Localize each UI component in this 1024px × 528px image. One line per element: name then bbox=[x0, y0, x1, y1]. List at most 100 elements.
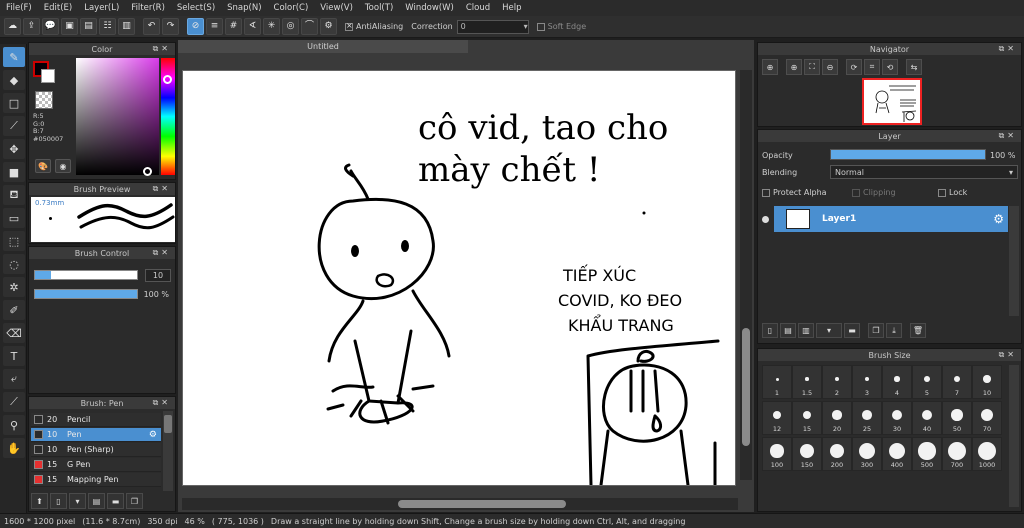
reset-view-icon[interactable]: ⌗ bbox=[864, 59, 880, 75]
brush-opacity-slider[interactable] bbox=[34, 289, 138, 299]
page-icon[interactable]: ▥ bbox=[118, 18, 135, 35]
panel-controls-icon[interactable]: ⧉✕ bbox=[999, 44, 1017, 54]
flip-icon[interactable]: ⇆ bbox=[906, 59, 922, 75]
brush-list-scroll-thumb[interactable] bbox=[164, 415, 172, 433]
menu-cloud[interactable]: Cloud bbox=[460, 3, 496, 13]
layer-menu-icon[interactable]: ▾ bbox=[816, 323, 842, 338]
brush-size-option[interactable]: 20 bbox=[822, 401, 852, 435]
material-icon[interactable]: ▣ bbox=[61, 18, 78, 35]
brush-size-option[interactable]: 70 bbox=[972, 401, 1002, 435]
panel-controls-icon[interactable]: ⧉✕ bbox=[153, 44, 171, 54]
redo-icon[interactable]: ↷ bbox=[162, 18, 179, 35]
lasso-tool-icon[interactable]: ◌ bbox=[3, 254, 25, 274]
menu-tool[interactable]: Tool(T) bbox=[359, 3, 399, 13]
brush-size-option[interactable]: 150 bbox=[792, 437, 822, 471]
move-tool-icon[interactable]: ✥ bbox=[3, 139, 25, 159]
menu-view[interactable]: View(V) bbox=[314, 3, 359, 13]
brush-size-option[interactable]: 10 bbox=[972, 365, 1002, 399]
document-icon[interactable]: ▤ bbox=[80, 18, 97, 35]
brush-copy-icon[interactable]: ▤ bbox=[88, 493, 105, 509]
new-layer-icon[interactable]: ▯ bbox=[762, 323, 778, 338]
brush-duplicate-icon[interactable]: ❐ bbox=[126, 493, 143, 509]
operation-tool-icon[interactable]: ⤶ bbox=[3, 369, 25, 389]
layer-scrollbar[interactable] bbox=[1009, 206, 1019, 316]
rect-tool-icon[interactable]: □ bbox=[3, 93, 25, 113]
brush-folder-icon[interactable]: ▬ bbox=[107, 493, 124, 509]
saturation-value-field[interactable] bbox=[76, 58, 159, 175]
document-tab[interactable]: Untitled bbox=[178, 40, 468, 53]
menu-layer[interactable]: Layer(L) bbox=[78, 3, 125, 13]
antialiasing-checkbox[interactable] bbox=[345, 21, 353, 31]
brush-item[interactable]: 15 Mapping Pen bbox=[31, 473, 161, 487]
canvas-horizontal-scroll-thumb[interactable] bbox=[398, 500, 566, 508]
new-halftone-layer-icon[interactable]: ▤ bbox=[780, 323, 796, 338]
snap-off-icon[interactable]: ⊘ bbox=[187, 18, 204, 35]
brush-size-option[interactable]: 25 bbox=[852, 401, 882, 435]
hand-tool-icon[interactable]: ✋ bbox=[3, 438, 25, 458]
panel-controls-icon[interactable]: ⧉✕ bbox=[153, 398, 171, 408]
eraser-tool-icon[interactable]: ◆ bbox=[3, 70, 25, 90]
brush-size-option[interactable]: 12 bbox=[762, 401, 792, 435]
navigator-thumbnail[interactable] bbox=[862, 78, 922, 125]
new-8bit-layer-icon[interactable]: ▥ bbox=[798, 323, 814, 338]
canvas-vertical-scroll-thumb[interactable] bbox=[742, 328, 750, 446]
canvas-vertical-scrollbar[interactable] bbox=[740, 70, 752, 480]
select-eraser-tool-icon[interactable]: ⌫ bbox=[3, 323, 25, 343]
gradient-tool-icon[interactable]: ▭ bbox=[3, 208, 25, 228]
soft-edge-toggle[interactable]: Soft Edge bbox=[536, 22, 586, 31]
zoom-out-icon[interactable]: ⊖ bbox=[822, 59, 838, 75]
brush-size-option[interactable]: 500 bbox=[912, 437, 942, 471]
brush-size-option[interactable]: 300 bbox=[852, 437, 882, 471]
lock-checkbox[interactable] bbox=[938, 188, 946, 197]
rotate-reverse-icon[interactable]: ⟲ bbox=[882, 59, 898, 75]
snap-circle-icon[interactable]: ◎ bbox=[282, 18, 299, 35]
brush-item[interactable]: 10 Pen (Sharp) bbox=[31, 443, 161, 457]
brush-size-scrollbar[interactable] bbox=[1009, 365, 1019, 507]
protect-alpha-checkbox[interactable] bbox=[762, 188, 770, 197]
brush-size-option[interactable]: 700 bbox=[942, 437, 972, 471]
fg-bg-swatches[interactable] bbox=[33, 61, 57, 85]
brush-size-option[interactable]: 1000 bbox=[972, 437, 1002, 471]
antialiasing-toggle[interactable]: AntiAliasing bbox=[345, 21, 403, 31]
duplicate-layer-icon[interactable]: ❐ bbox=[868, 323, 884, 338]
grid-list-icon[interactable]: ☷ bbox=[99, 18, 116, 35]
brush-size-option[interactable]: 2 bbox=[822, 365, 852, 399]
layer-opacity-slider[interactable] bbox=[830, 149, 986, 160]
snap-curve-icon[interactable]: ⌒ bbox=[301, 18, 318, 35]
fill-rect-tool-icon[interactable]: ■ bbox=[3, 162, 25, 182]
menu-edit[interactable]: Edit(E) bbox=[38, 3, 78, 13]
drawing-canvas[interactable]: cô vid, tao cho mày chết ! TIẾP XÚC COVI… bbox=[182, 70, 736, 486]
fit-icon[interactable]: ⛶ bbox=[804, 59, 820, 75]
sv-marker[interactable] bbox=[143, 167, 152, 176]
brush-list-scrollbar[interactable] bbox=[163, 411, 173, 491]
zoom-in-2-icon[interactable]: ⊕ bbox=[786, 59, 802, 75]
export-icon[interactable]: ⇪ bbox=[23, 18, 40, 35]
brush-size-input[interactable]: 10 bbox=[145, 269, 171, 282]
select-tool-icon[interactable]: ⬚ bbox=[3, 231, 25, 251]
brush-size-option[interactable]: 5 bbox=[912, 365, 942, 399]
color-picker-icon[interactable]: ◉ bbox=[55, 159, 71, 173]
snap-perspective-icon[interactable]: ∢ bbox=[244, 18, 261, 35]
clipping-toggle[interactable]: Clipping bbox=[852, 188, 896, 197]
line-tool-icon[interactable]: ⟋ bbox=[3, 116, 25, 136]
transparent-color[interactable] bbox=[35, 91, 53, 109]
brush-size-option[interactable]: 4 bbox=[882, 365, 912, 399]
layer-folder-icon[interactable]: ▬ bbox=[844, 323, 860, 338]
undo-icon[interactable]: ↶ bbox=[143, 18, 160, 35]
layer-item[interactable]: Layer1 ⚙ bbox=[774, 206, 1008, 232]
bucket-tool-icon[interactable]: ⛾ bbox=[3, 185, 25, 205]
menu-snap[interactable]: Snap(N) bbox=[221, 3, 267, 13]
brush-add-icon[interactable]: ▯ bbox=[50, 493, 67, 509]
blending-select[interactable]: Normal ▾ bbox=[830, 165, 1018, 179]
text-tool-icon[interactable]: T bbox=[3, 346, 25, 366]
cloud-icon[interactable]: ☁ bbox=[4, 18, 21, 35]
correction-select[interactable]: 0 ▾ bbox=[456, 19, 529, 34]
brush-size-option[interactable]: 200 bbox=[822, 437, 852, 471]
brush-menu-icon[interactable]: ▾ bbox=[69, 493, 86, 509]
layer-visibility-icon[interactable] bbox=[762, 216, 769, 223]
brush-size-option[interactable]: 400 bbox=[882, 437, 912, 471]
lock-toggle[interactable]: Lock bbox=[938, 188, 967, 197]
menu-color[interactable]: Color(C) bbox=[268, 3, 315, 13]
background-color[interactable] bbox=[41, 69, 55, 83]
panel-controls-icon[interactable]: ⧉✕ bbox=[999, 131, 1017, 141]
